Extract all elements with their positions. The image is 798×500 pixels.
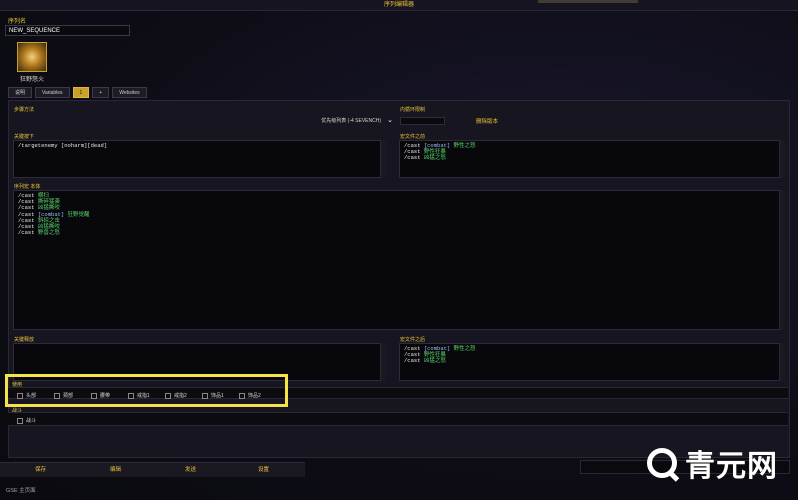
main-macro-label: 序列宏 本体 <box>14 184 41 190</box>
checkbox-icon <box>17 417 23 424</box>
tab-description[interactable]: 说明 <box>8 87 33 98</box>
step-function-dropdown[interactable]: 优先级列表 (-4 SEVENCH) ⌄ <box>240 116 395 126</box>
keyrelease-label: 关键释放 <box>14 337 35 343</box>
window-title: 序列编辑器 <box>383 2 414 8</box>
delete-version-button[interactable]: 删除版本 <box>476 117 498 125</box>
edit-button[interactable]: 编辑 <box>110 465 121 473</box>
pre-macro-editor[interactable]: /cast [combat] 野性之怒 /cast 野性狂暴 /cast 凶猛之… <box>399 140 785 178</box>
keyrelease-scrollbar[interactable] <box>380 343 386 381</box>
watermark-logo: 青元网 <box>647 441 778 485</box>
combat-option[interactable]: 战斗 <box>17 417 36 424</box>
version-tabs: 说明 Variables 1 + Websites <box>8 87 147 98</box>
title-bar-accent <box>538 0 638 3</box>
chevron-down-icon: ⌄ <box>387 117 393 124</box>
main-macro-scrollbar[interactable] <box>779 190 785 330</box>
keypress-scrollbar[interactable] <box>380 140 386 178</box>
sequence-name-input[interactable]: NEW_SEQUENCE <box>5 25 130 36</box>
post-macro-scrollbar[interactable] <box>779 343 785 381</box>
save-button[interactable]: 保存 <box>35 465 46 473</box>
post-macro-editor[interactable]: /cast [combat] 野性之怒 /cast 野性狂暴 /cast 凶猛之… <box>399 343 785 381</box>
keypress-editor[interactable]: /targetenemy [noharm][dead] <box>13 140 386 178</box>
tab-add-version[interactable]: + <box>92 87 110 98</box>
pre-macro-scrollbar[interactable] <box>779 140 785 178</box>
keypress-label: 关键按下 <box>14 134 35 140</box>
highlight-box <box>5 374 288 407</box>
step-function-value: 优先级列表 (-4 SEVENCH) <box>321 118 381 124</box>
post-macro-line: /cast 凶猛之怒 <box>404 357 446 365</box>
keypress-line: /targetenemy [noharm][dead] <box>18 142 108 149</box>
step-function-label: 步骤方法 <box>14 107 35 113</box>
tab-websites[interactable]: Websites <box>112 87 147 98</box>
combat-options-strip <box>8 412 788 426</box>
post-macro-label: 宏文件之后 <box>400 337 426 343</box>
pre-macro-line: /cast 凶猛之怒 <box>404 154 446 162</box>
settings-button[interactable]: 设置 <box>258 465 269 473</box>
status-text: GSE 主页面 <box>6 488 36 494</box>
inner-loop-input[interactable] <box>400 117 445 125</box>
watermark-text: 青元网 <box>685 449 778 484</box>
sequence-icon-label: 狂野怒火 <box>19 77 44 83</box>
send-button[interactable]: 发送 <box>185 465 196 473</box>
tab-variables[interactable]: Variables <box>35 87 70 98</box>
inner-loop-label: 内循环限制 <box>400 107 426 113</box>
title-bar: 序列编辑器 <box>0 0 798 11</box>
watermark-q-icon <box>647 448 677 478</box>
tab-version-1[interactable]: 1 <box>72 87 90 98</box>
main-macro-editor[interactable]: /cast 横扫 /cast 撕碎猛袭 /cast 凶猛撕咬 /cast [co… <box>13 190 785 330</box>
sequence-icon[interactable] <box>17 42 47 72</box>
sequence-name-label: 序列名 <box>8 19 27 25</box>
main-macro-line: /cast 野兽之怒 <box>18 229 60 237</box>
pre-macro-label: 宏文件之前 <box>400 134 426 140</box>
